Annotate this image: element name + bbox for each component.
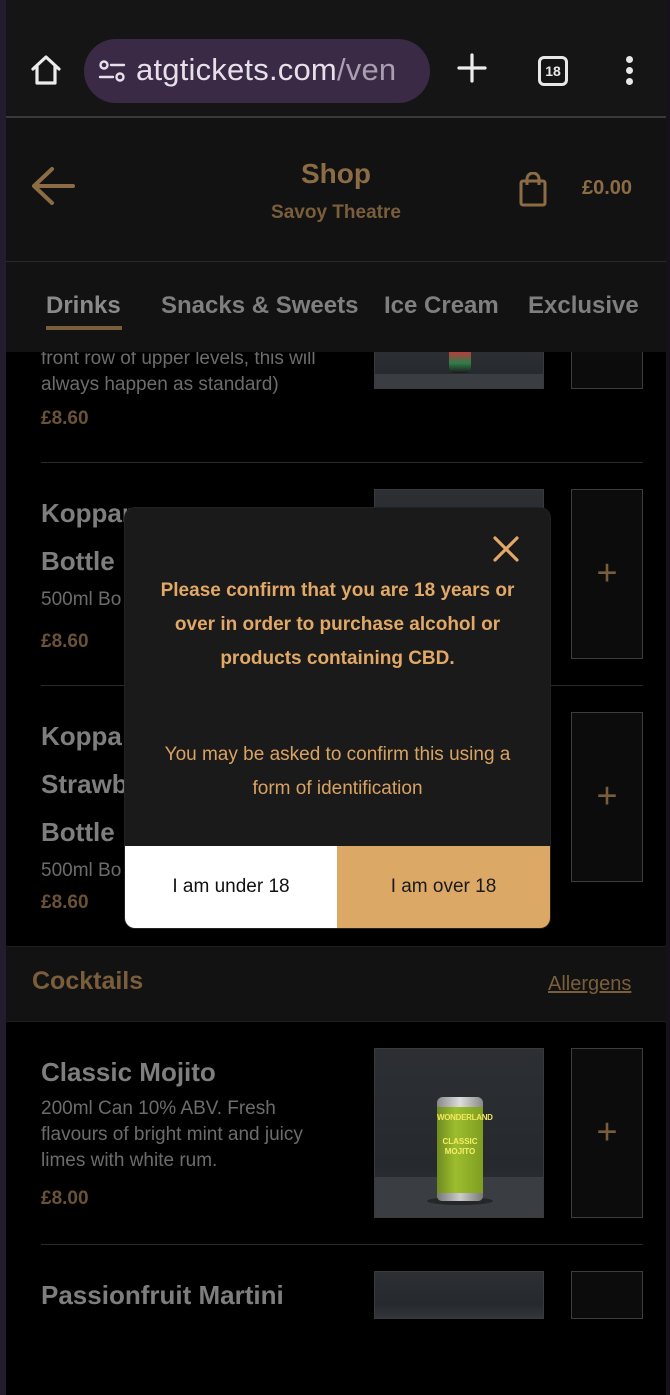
tab-snacks-sweets[interactable]: Snacks & Sweets — [161, 292, 358, 320]
shopping-bag-icon[interactable] — [518, 171, 548, 208]
can-illustration: WONDERLAND CLASSIC MOJITO — [437, 1097, 493, 1201]
section-title: Cocktails — [32, 967, 144, 995]
product-price: £8.60 — [41, 892, 89, 913]
plus-icon: + — [596, 1110, 618, 1152]
product-item: Passionfruit Martini — [6, 1271, 666, 1371]
product-price: £8.60 — [41, 631, 89, 652]
tab-ice-cream[interactable]: Ice Cream — [384, 292, 499, 320]
tab-switcher-button[interactable]: 18 — [538, 56, 568, 86]
home-icon[interactable] — [28, 52, 64, 88]
product-name: Strawb — [41, 769, 128, 799]
browser-toolbar: atgtickets.com/ven 18 — [6, 0, 666, 118]
age-confirmation-dialog: Please confirm that you are 18 years or … — [125, 508, 550, 928]
product-name: Koppar — [41, 498, 132, 528]
product-image: WONDERLAND CLASSIC MOJITO — [374, 1048, 544, 1218]
cart-total[interactable]: £0.00 — [582, 177, 632, 200]
frame-edge — [666, 0, 670, 1395]
site-settings-icon[interactable] — [98, 59, 126, 83]
product-item: Classic Mojito 200ml Can 10% ABV. Fresh … — [6, 1048, 666, 1218]
plus-icon: + — [596, 551, 618, 593]
address-bar[interactable]: atgtickets.com/ven — [84, 39, 430, 103]
under-18-button[interactable]: I am under 18 — [125, 846, 337, 928]
product-name: Bottle — [41, 817, 115, 847]
product-item: front row of upper levels, this will alw… — [6, 352, 666, 462]
product-price: £8.00 — [41, 1188, 89, 1209]
product-price: £8.60 — [41, 408, 89, 429]
tab-exclusive[interactable]: Exclusive — [528, 292, 639, 320]
venue-name: Savoy Theatre — [271, 202, 401, 223]
divider — [41, 462, 643, 463]
add-to-cart-button[interactable] — [571, 352, 643, 389]
product-name: Classic Mojito — [41, 1057, 216, 1087]
product-description: front row of upper levels, this will alw… — [41, 352, 316, 395]
more-menu-icon[interactable] — [624, 56, 634, 86]
page-title: Shop — [301, 158, 371, 189]
product-image — [374, 352, 544, 389]
close-icon[interactable] — [491, 534, 521, 564]
tab-count: 18 — [545, 63, 561, 79]
plus-icon: + — [596, 774, 618, 816]
add-to-cart-button[interactable]: + — [571, 489, 643, 659]
section-header-cocktails: Cocktails Allergens — [6, 946, 666, 1022]
divider — [41, 1244, 643, 1245]
product-name: Passionfruit Martini — [41, 1280, 284, 1310]
new-tab-icon[interactable] — [456, 52, 488, 84]
category-tabs: Drinks Snacks & Sweets Ice Cream Exclusi… — [6, 262, 666, 352]
product-name: Bottle — [41, 546, 115, 576]
tab-drinks[interactable]: Drinks — [46, 292, 121, 320]
shop-header: Shop Savoy Theatre £0.00 — [6, 118, 666, 262]
active-tab-indicator — [46, 326, 122, 330]
product-description: 200ml Can 10% ABV. Fresh flavours of bri… — [41, 1098, 303, 1171]
dialog-message: Please confirm that you are 18 years or … — [160, 580, 515, 669]
dialog-note: You may be asked to confirm this using a… — [164, 744, 511, 799]
add-to-cart-button[interactable]: + — [571, 1048, 643, 1218]
product-image — [374, 1271, 544, 1319]
add-to-cart-button[interactable]: + — [571, 712, 643, 882]
url-text: atgtickets.com/ven — [136, 52, 397, 87]
over-18-button[interactable]: I am over 18 — [337, 846, 550, 928]
add-to-cart-button[interactable] — [571, 1271, 643, 1319]
product-name: Koppa — [41, 721, 122, 751]
allergens-link[interactable]: Allergens — [548, 973, 631, 996]
